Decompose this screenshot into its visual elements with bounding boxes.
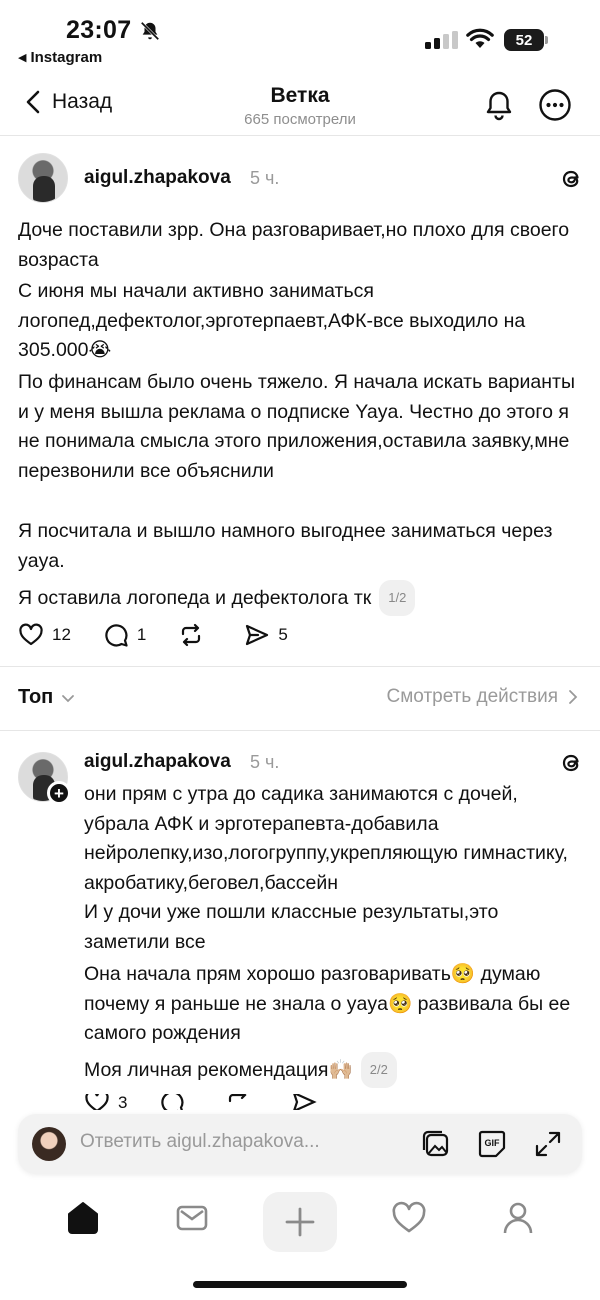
post-last-line: Я оставила логопеда и дефектолога тк 1/2	[18, 580, 578, 616]
sort-label: Топ	[18, 686, 54, 708]
heart-icon[interactable]	[389, 1198, 429, 1238]
reply-bar: GIF	[18, 1114, 582, 1174]
status-bar: 23:07 ◀ Instagram 52	[0, 0, 600, 72]
repost-button[interactable]	[178, 622, 212, 648]
post-username[interactable]: aigul.zhapakova	[84, 167, 231, 189]
gif-icon[interactable]: GIF	[476, 1128, 508, 1160]
new-post-button[interactable]	[263, 1192, 337, 1252]
reply-share-button[interactable]	[291, 1094, 325, 1110]
back-to-app[interactable]: ◀ Instagram	[18, 49, 102, 66]
repost-icon	[229, 1094, 248, 1103]
share-button[interactable]: 5	[244, 622, 288, 648]
see-actions-label: Смотреть действия	[386, 686, 558, 707]
post-paragraph: Доче поставили зрр. Она разговаривает,но…	[18, 219, 570, 271]
heart-icon	[85, 1094, 109, 1110]
see-actions-link[interactable]: Смотреть действия	[387, 686, 578, 708]
post-pager: 1/2	[379, 580, 416, 616]
reply-repost-button[interactable]	[225, 1094, 259, 1110]
repost-icon	[182, 623, 201, 647]
svg-text:GIF: GIF	[485, 1138, 501, 1148]
reply-paragraph: Она начала прям хорошо разговаривать🥺 ду…	[84, 963, 571, 1044]
post-time: 5 ч.	[250, 168, 280, 188]
reply-paragraph: Моя личная рекомендация🙌🏼	[84, 1059, 353, 1081]
reply-comment-button[interactable]	[159, 1094, 193, 1110]
heart-icon	[19, 623, 43, 646]
more-options-icon[interactable]	[538, 88, 572, 122]
like-count: 12	[52, 625, 71, 644]
battery-cap	[545, 36, 548, 44]
reply-input[interactable]	[80, 1131, 400, 1153]
home-indicator	[193, 1281, 407, 1288]
chevron-right-icon	[569, 690, 578, 704]
chevron-down-icon	[62, 694, 75, 702]
reply-pager: 2/2	[360, 1052, 397, 1088]
comment-count: 1	[136, 625, 147, 644]
home-icon[interactable]	[63, 1198, 103, 1238]
wifi-icon	[466, 28, 494, 48]
post-actions: 12 1 5	[18, 622, 320, 648]
reply-actions: 3	[84, 1094, 357, 1110]
reply-time: 5 ч.	[250, 752, 280, 772]
thread-header: Назад Ветка 665 посмотрели	[0, 78, 600, 136]
bell-off-icon	[140, 21, 160, 41]
inbox-icon[interactable]	[172, 1198, 212, 1238]
post-paragraph: С июня мы начали активно заниматься лого…	[18, 280, 526, 361]
battery-level: 52	[504, 29, 544, 51]
gallery-icon[interactable]	[420, 1128, 452, 1160]
share-count: 5	[278, 625, 288, 644]
send-icon	[246, 624, 269, 646]
expand-icon[interactable]	[532, 1128, 564, 1160]
reply-like-button[interactable]: 3	[84, 1094, 127, 1110]
sort-dropdown[interactable]: Топ	[18, 686, 75, 709]
reply-paragraph: И у дочи уже пошли классные результаты,э…	[84, 901, 499, 953]
send-icon	[293, 1094, 318, 1110]
threads-icon[interactable]	[558, 750, 584, 776]
reply-username[interactable]: aigul.zhapakova	[84, 751, 231, 773]
follow-plus-icon[interactable]: +	[47, 781, 71, 805]
current-user-avatar	[32, 1127, 66, 1161]
avatar[interactable]	[18, 153, 68, 203]
post-paragraph: По финансам было очень тяжело. Я начала …	[18, 371, 575, 482]
divider	[0, 666, 600, 667]
post-paragraph: Я посчитала и вышло намного выгоднее зан…	[18, 520, 553, 572]
reply-last-line: Моя личная рекомендация🙌🏼 2/2	[84, 1052, 584, 1088]
reply-paragraph: они прям с утра до садика занимаются с д…	[84, 783, 568, 894]
profile-icon[interactable]	[498, 1198, 538, 1238]
bell-icon[interactable]	[482, 88, 516, 122]
back-triangle-icon: ◀	[18, 52, 27, 64]
divider	[0, 730, 600, 731]
battery-indicator: 52	[504, 29, 548, 51]
reply-like-count: 3	[118, 1094, 128, 1110]
status-time: 23:07	[66, 16, 132, 44]
like-button[interactable]: 12	[18, 622, 71, 648]
threads-icon[interactable]	[558, 166, 584, 192]
plus-icon	[285, 1207, 315, 1237]
back-app-label: Instagram	[30, 49, 103, 66]
signal-icon	[425, 31, 458, 49]
post-paragraph: Я оставила логопеда и дефектолога тк	[18, 587, 372, 609]
comment-button[interactable]: 1	[103, 622, 146, 648]
comment-icon	[105, 624, 128, 647]
comment-icon	[161, 1094, 184, 1110]
